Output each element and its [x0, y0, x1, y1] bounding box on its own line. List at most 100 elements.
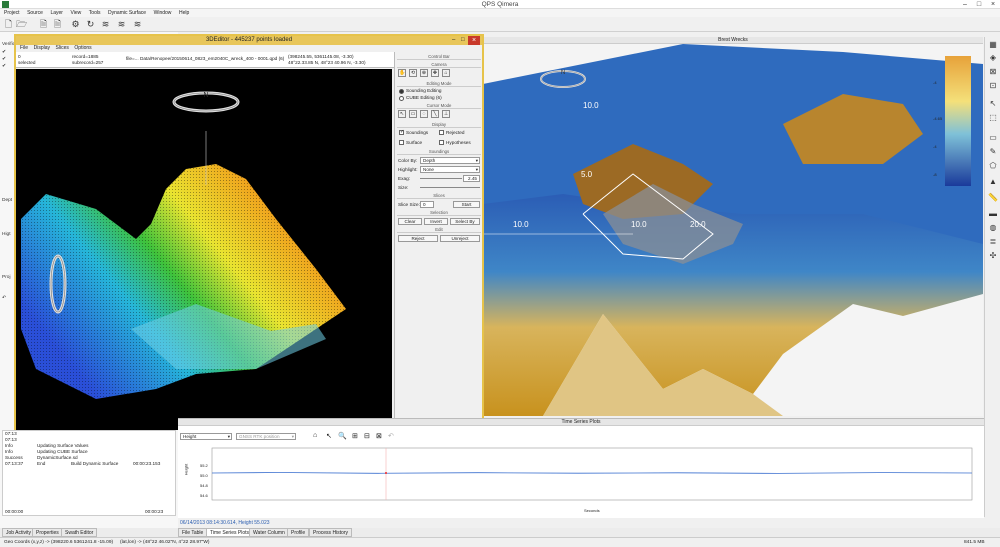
unreject-button[interactable]: Unreject — [440, 235, 480, 242]
cube-editing-radio[interactable] — [399, 96, 404, 101]
elapsed-end: 00:00:23 — [145, 509, 164, 514]
pointer-icon[interactable]: ↖ — [326, 432, 332, 440]
job-activity-log: 07:13 07:13 Info Updating Surface Values … — [2, 430, 176, 516]
menu-tools[interactable]: Tools — [89, 10, 101, 16]
surface-export-icon[interactable]: ≋ — [132, 19, 143, 30]
size-slider[interactable] — [420, 187, 480, 188]
zoom-extents-icon[interactable]: ⊠ — [988, 67, 998, 77]
close-icon[interactable]: × — [468, 36, 480, 45]
select-by-button[interactable]: Select By — [450, 218, 480, 225]
refresh-icon[interactable]: ↻ — [85, 19, 96, 30]
menu-window[interactable]: Window — [154, 10, 172, 16]
stack-icon[interactable]: ◍ — [988, 223, 998, 233]
cursor-line-icon[interactable]: ╲ — [431, 110, 439, 118]
tab-process-history[interactable]: Process History — [309, 528, 353, 537]
scene-header: Brest Wrecks — [483, 37, 983, 44]
sounding-editing-radio[interactable] — [399, 89, 404, 94]
point-cloud-viewer[interactable]: N — [16, 69, 392, 430]
invert-button[interactable]: Invert — [424, 218, 448, 225]
tab-water-column[interactable]: Water Column — [249, 528, 289, 537]
fit-icon[interactable]: ⊠ — [376, 432, 382, 440]
camera-pan-icon[interactable]: ✥ — [431, 69, 439, 77]
cursor-box-icon[interactable]: ▭ — [409, 110, 417, 118]
surface-edit-icon[interactable]: ≋ — [116, 19, 127, 30]
undo-icon[interactable]: ↶ — [388, 432, 394, 440]
tab-profile[interactable]: Profile — [287, 528, 310, 537]
menu-dynamic-surface[interactable]: Dynamic Surface — [108, 10, 146, 16]
tab-job-activity[interactable]: Job Activity — [2, 528, 36, 537]
network-icon[interactable]: ✣ — [988, 251, 998, 261]
add-source-icon[interactable]: 🗎 — [38, 19, 49, 30]
menu-options[interactable]: Options — [74, 45, 91, 51]
svg-text:N: N — [203, 92, 208, 99]
tab-time-series-plots[interactable]: Time Series Plots — [206, 528, 253, 537]
undo-icon[interactable]: ↶ — [2, 296, 6, 301]
clear-button[interactable]: Clear — [398, 218, 422, 225]
height-select[interactable]: Height ▾ — [180, 433, 232, 440]
rejected-checkbox[interactable] — [439, 130, 444, 135]
slice-size-input[interactable]: 0 — [420, 201, 434, 208]
menu-display[interactable]: Display — [34, 45, 50, 51]
3d-scene-view[interactable]: N 10.0 5.0 10.0 20.0 10.0 -4 -4.65 -4 -8 — [483, 44, 983, 416]
process-icon[interactable]: ⚙ — [70, 19, 81, 30]
tab-swath-editor[interactable]: Swath Editor — [61, 528, 98, 537]
camera-hand-icon[interactable]: ✋ — [398, 69, 406, 77]
polygon-icon[interactable]: ⬠ — [988, 161, 998, 171]
open-project-icon[interactable]: 🗁 — [16, 19, 27, 30]
close-icon[interactable]: × — [986, 0, 1000, 9]
zoom-box-icon[interactable]: ⊞ — [352, 432, 358, 440]
color-by-select[interactable]: Depth ▾ — [420, 157, 480, 164]
gnss-select[interactable]: GNSS RTK position ▾ — [236, 433, 296, 440]
exag-value[interactable]: 2.45 — [463, 175, 480, 182]
surface-icon[interactable]: ≋ — [100, 19, 111, 30]
grid-icon[interactable]: ▦ — [988, 40, 998, 50]
home-icon[interactable]: ⌂ — [313, 432, 317, 439]
cursor-lasso-icon[interactable]: ◌ — [420, 110, 428, 118]
new-project-icon[interactable]: 🗋 — [3, 19, 14, 30]
zoom-x-icon[interactable]: ⊟ — [364, 432, 370, 440]
editor-info-bar: 0 selected record=1885 subrecord=257 fil… — [16, 52, 394, 68]
box-select-icon[interactable]: ▭ — [988, 133, 998, 143]
pointer-icon[interactable]: ↖ — [988, 99, 998, 109]
selected-count: 0 — [18, 54, 21, 59]
main-toolbar: 🗋 🗁 🗎 🗎 ⚙ ↻ ≋ ≋ ≋ — [0, 17, 1000, 32]
cursor-pointer-icon[interactable]: ↖ — [398, 110, 406, 118]
lasso-icon[interactable]: ✎ — [988, 147, 998, 157]
minimize-icon[interactable]: – — [452, 37, 455, 43]
hypotheses-checkbox[interactable] — [439, 140, 444, 145]
maximize-icon[interactable]: □ — [972, 0, 986, 9]
menu-project[interactable]: Project — [4, 10, 20, 16]
cursor-slice-icon[interactable]: ⊥ — [442, 110, 450, 118]
zoom-fit-icon[interactable]: ⊡ — [988, 81, 998, 91]
menu-view[interactable]: View — [71, 10, 82, 16]
zoom-icon[interactable]: 🔍 — [338, 432, 347, 440]
exag-slider[interactable] — [420, 178, 462, 179]
highlight-select[interactable]: None ▾ — [420, 166, 480, 173]
minimize-icon[interactable]: – — [958, 0, 972, 9]
maximize-icon[interactable]: □ — [461, 37, 465, 43]
menu-layer[interactable]: Layer — [50, 10, 63, 16]
soundings-checkbox[interactable]: ✓ — [399, 129, 404, 135]
tab-file-table[interactable]: File Table — [178, 528, 208, 537]
tab-properties[interactable]: Properties — [32, 528, 63, 537]
menu-source[interactable]: Source — [27, 10, 43, 16]
colorbar-icon[interactable]: ▬ — [988, 209, 998, 219]
right-tool-strip: ▦ ◈ ⊠ ⊡ ↖ ⬚ ▭ ✎ ⬠ ▲ 📏 ▬ ◍ ≣ ✣ — [984, 37, 1000, 517]
coord-geographic: 48°22.33.85 N, 48°23 40.96 N, -3.30) — [288, 60, 366, 65]
import-icon[interactable]: 🗎 — [52, 19, 63, 30]
menu-file[interactable]: File — [20, 45, 28, 51]
chart-icon[interactable]: ▲ — [988, 177, 998, 187]
menu-slices[interactable]: Slices — [56, 45, 69, 51]
camera-zoom-icon[interactable]: ⊕ — [420, 69, 428, 77]
reject-button[interactable]: Reject — [398, 235, 438, 242]
layers-icon[interactable]: ◈ — [988, 53, 998, 63]
camera-rotate-icon[interactable]: ⟲ — [409, 69, 417, 77]
menu-help[interactable]: Help — [179, 10, 189, 16]
layers-stack-icon[interactable]: ≣ — [988, 237, 998, 247]
ruler-icon[interactable]: 📏 — [988, 193, 998, 203]
start-button[interactable]: Start — [453, 201, 480, 208]
camera-reset-icon[interactable]: ⌂ — [442, 69, 450, 77]
surface-checkbox[interactable] — [399, 140, 404, 145]
geo-coords: Geo Coords (x,y,z) -> (398220.6 5361241.… — [4, 540, 114, 545]
select-icon[interactable]: ⬚ — [988, 113, 998, 123]
